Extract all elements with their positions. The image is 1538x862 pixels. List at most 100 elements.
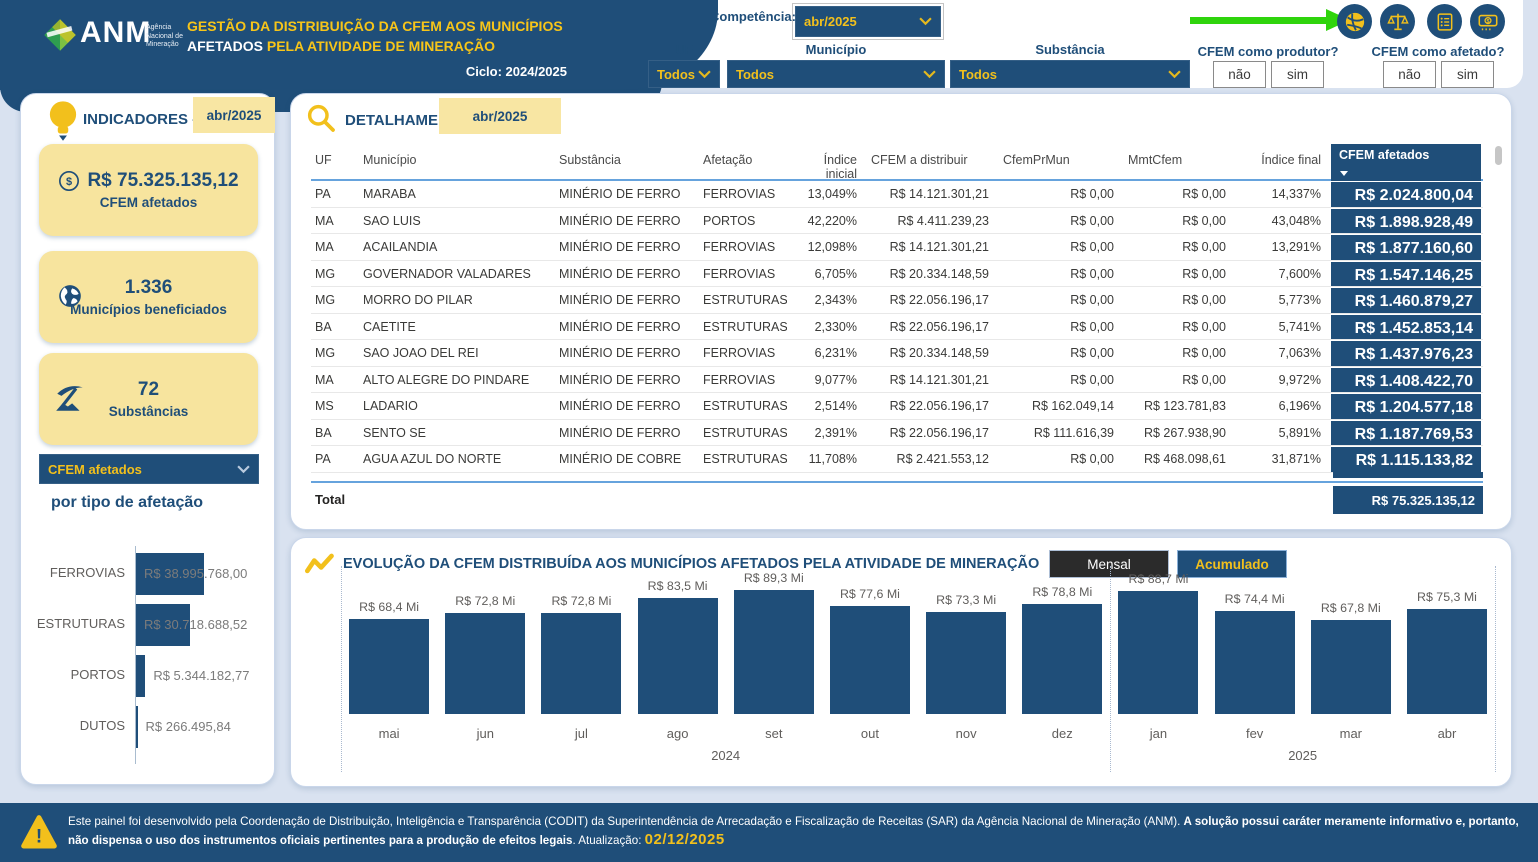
mining-pickaxe-icon bbox=[53, 381, 87, 415]
detail-table-body: PAMARABAMINÉRIO DE FERROFERROVIAS13,049%… bbox=[311, 181, 1483, 473]
table-cell: R$ 14.121.301,21 bbox=[867, 181, 999, 207]
table-row[interactable]: MGGOVERNADOR VALADARESMINÉRIO DE FERROFE… bbox=[311, 261, 1483, 288]
lightbulb-icon bbox=[47, 100, 79, 142]
table-cell: 13,291% bbox=[1236, 234, 1331, 260]
table-cell: MINÉRIO DE FERRO bbox=[555, 340, 699, 366]
table-row[interactable]: PAMARABAMINÉRIO DE FERROFERROVIAS13,049%… bbox=[311, 181, 1483, 208]
table-row[interactable]: PAAGUA AZUL DO NORTEMINÉRIO DE COBREESTR… bbox=[311, 446, 1483, 473]
table-cell: MINÉRIO DE COBRE bbox=[555, 446, 699, 472]
measure-dropdown[interactable]: CFEM afetados bbox=[39, 454, 259, 484]
produtor-sim-button[interactable]: sim bbox=[1271, 61, 1324, 88]
municipio-dropdown[interactable]: Todos bbox=[727, 60, 945, 88]
column-header-6[interactable]: CFEM a distribuir bbox=[867, 144, 999, 181]
green-arrow-pointer bbox=[1190, 17, 1328, 24]
table-cell: R$ 22.056.196,17 bbox=[867, 420, 999, 446]
column-header-7[interactable]: CfemPrMun bbox=[999, 144, 1124, 181]
afetacao-bar-row: ESTRUTURASR$ 30.718.688,52 bbox=[21, 603, 271, 647]
table-row[interactable]: MGSAO JOAO DEL REIMINÉRIO DE FERROFERROV… bbox=[311, 340, 1483, 367]
table-cell: 7,600% bbox=[1236, 261, 1331, 287]
competencia-dropdown[interactable]: abr/2025 bbox=[795, 6, 941, 37]
bar[interactable] bbox=[1022, 604, 1102, 714]
cycle-label: Ciclo: 2024/2025 bbox=[407, 64, 567, 79]
month-axis-label: jul bbox=[533, 726, 629, 741]
table-row[interactable]: MSLADARIOMINÉRIO DE FERROESTRUTURAS2,514… bbox=[311, 393, 1483, 420]
table-cell: R$ 20.334.148,59 bbox=[867, 340, 999, 366]
table-cell: 6,196% bbox=[1236, 393, 1331, 419]
column-header-1[interactable]: UF bbox=[311, 144, 359, 181]
table-row[interactable]: MGMORRO DO PILARMINÉRIO DE FERROESTRUTUR… bbox=[311, 287, 1483, 314]
uf-dropdown[interactable]: Todos bbox=[648, 60, 720, 88]
table-cell: 2,514% bbox=[787, 393, 867, 419]
table-cell: MINÉRIO DE FERRO bbox=[555, 314, 699, 340]
municipio-label: Município bbox=[727, 42, 945, 57]
month-axis-label: set bbox=[726, 726, 822, 741]
evolution-title: EVOLUÇÃO DA CFEM DISTRIBUÍDA AOS MUNICÍP… bbox=[343, 556, 1039, 572]
afetacao-bar-row: DUTOSR$ 266.495,84 bbox=[21, 705, 271, 749]
table-cell: ESTRUTURAS bbox=[699, 287, 787, 313]
evolution-column: R$ 67,8 Mimar bbox=[1303, 574, 1399, 714]
substancia-dropdown[interactable]: Todos bbox=[950, 60, 1190, 88]
globe-ball-icon-button[interactable] bbox=[1337, 4, 1372, 39]
table-cell: MINÉRIO DE FERRO bbox=[555, 261, 699, 287]
table-cell: R$ 0,00 bbox=[999, 261, 1124, 287]
table-row[interactable]: MAACAILANDIAMINÉRIO DE FERROFERROVIAS12,… bbox=[311, 234, 1483, 261]
table-cell: R$ 22.056.196,17 bbox=[867, 287, 999, 313]
table-cell: R$ 468.098,61 bbox=[1124, 446, 1236, 472]
afetacao-bar-row: FERROVIASR$ 38.995.768,00 bbox=[21, 552, 271, 596]
table-row[interactable]: BASENTO SEMINÉRIO DE FERROESTRUTURAS2,39… bbox=[311, 420, 1483, 447]
bar[interactable] bbox=[1118, 591, 1198, 714]
evolution-panel: EVOLUÇÃO DA CFEM DISTRIBUÍDA AOS MUNICÍP… bbox=[290, 537, 1512, 787]
table-row[interactable]: MAALTO ALEGRE DO PINDAREMINÉRIO DE FERRO… bbox=[311, 367, 1483, 394]
table-row[interactable]: BACAETITEMINÉRIO DE FERROESTRUTURAS2,330… bbox=[311, 314, 1483, 341]
table-cell: R$ 0,00 bbox=[1124, 314, 1236, 340]
column-header-9[interactable]: Índice final bbox=[1236, 144, 1331, 181]
trend-line-icon bbox=[305, 552, 335, 576]
anm-logo-icon bbox=[42, 17, 78, 53]
detail-panel: DETALHAMENTO - abr/2025 UFMunicípioSubst… bbox=[290, 93, 1512, 530]
bar-category-label: FERROVIAS bbox=[50, 565, 125, 580]
brand-subtitle: Agência Nacional de Mineração bbox=[146, 24, 183, 50]
table-cell: R$ 0,00 bbox=[999, 340, 1124, 366]
afetado-sim-button[interactable]: sim bbox=[1441, 61, 1494, 88]
chevron-down-icon bbox=[923, 70, 936, 79]
bar[interactable] bbox=[136, 655, 145, 697]
scales-icon-button[interactable] bbox=[1380, 4, 1415, 39]
column-header-8[interactable]: MmtCfem bbox=[1124, 144, 1236, 181]
table-total-row: Total R$ 75.325.135,12 bbox=[311, 484, 1483, 516]
competencia-label: Competência: bbox=[710, 9, 796, 24]
evolution-column: R$ 83,5 Miago bbox=[630, 574, 726, 714]
afetado-nao-button[interactable]: não bbox=[1383, 61, 1436, 88]
column-header-4[interactable]: Afetação bbox=[699, 144, 787, 181]
bar[interactable] bbox=[830, 606, 910, 714]
table-scrollbar[interactable] bbox=[1495, 146, 1502, 165]
bar[interactable] bbox=[136, 706, 138, 748]
table-cell: MA bbox=[311, 234, 359, 260]
table-cell: 5,741% bbox=[1236, 314, 1331, 340]
table-cell: ACAILANDIA bbox=[359, 234, 555, 260]
bar[interactable] bbox=[1215, 611, 1295, 714]
bar[interactable] bbox=[1407, 609, 1487, 714]
bar[interactable] bbox=[445, 613, 525, 714]
bar[interactable] bbox=[1311, 620, 1391, 714]
table-row[interactable]: MASAO LUISMINÉRIO DE FERROPORTOS42,220%R… bbox=[311, 208, 1483, 235]
table-cell: ALTO ALEGRE DO PINDARE bbox=[359, 367, 555, 393]
month-axis-label: fev bbox=[1207, 726, 1303, 741]
column-header-2[interactable]: Município bbox=[359, 144, 555, 181]
bar[interactable] bbox=[926, 612, 1006, 714]
bar[interactable] bbox=[734, 590, 814, 714]
money-icon-button[interactable]: $ bbox=[1470, 4, 1505, 39]
bar[interactable] bbox=[638, 598, 718, 714]
kpi-label: Municípios beneficiados bbox=[70, 302, 227, 317]
chevron-down-icon bbox=[919, 17, 932, 26]
column-header-5[interactable]: Índice inicial bbox=[787, 144, 867, 181]
table-cell: R$ 14.121.301,21 bbox=[867, 234, 999, 260]
bar[interactable] bbox=[541, 613, 621, 714]
column-header-3[interactable]: Substância bbox=[555, 144, 699, 181]
produtor-nao-button[interactable]: não bbox=[1213, 61, 1266, 88]
bar[interactable] bbox=[349, 619, 429, 714]
column-header-10[interactable]: CFEM afetados bbox=[1331, 144, 1481, 181]
bar-value-label: R$ 75,3 Mi bbox=[1389, 590, 1504, 604]
list-icon-button[interactable] bbox=[1427, 4, 1462, 39]
table-cell: MG bbox=[311, 287, 359, 313]
table-cell: MINÉRIO DE FERRO bbox=[555, 367, 699, 393]
